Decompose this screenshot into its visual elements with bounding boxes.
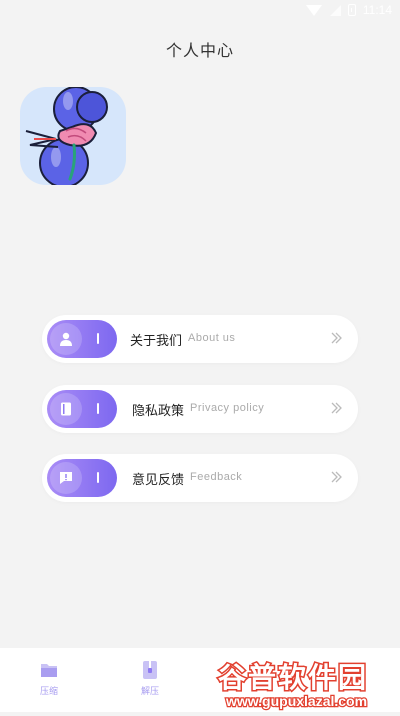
status-icons: 11:14 bbox=[305, 3, 392, 17]
nav-item-compress[interactable]: 压缩 bbox=[29, 660, 69, 697]
menu-label: 意见反馈 bbox=[132, 473, 185, 488]
avatar[interactable] bbox=[20, 87, 126, 185]
chevron-right-icon bbox=[331, 402, 342, 414]
menu-sublabel: About us bbox=[188, 332, 236, 344]
watermark-graphic: 谷普软件园 www.gupuxlazal.com bbox=[217, 660, 369, 711]
wifi-icon bbox=[305, 4, 322, 16]
divider bbox=[97, 333, 99, 344]
nav-item-decompress[interactable]: 解压 bbox=[130, 660, 170, 697]
menu-label: 关于我们 bbox=[130, 334, 183, 349]
book-icon bbox=[61, 402, 71, 416]
divider bbox=[97, 403, 99, 414]
signal-icon bbox=[329, 4, 341, 16]
folder-icon bbox=[41, 664, 57, 677]
menu-sublabel: Feedback bbox=[190, 471, 243, 483]
zip-file-icon bbox=[143, 661, 157, 679]
user-icon bbox=[60, 332, 72, 346]
message-icon bbox=[60, 472, 72, 484]
menu-icon-pill bbox=[47, 390, 117, 428]
page-title: 个人中心 bbox=[165, 41, 234, 60]
status-bar: 11:14 bbox=[0, 0, 400, 24]
nav-label: 解压 bbox=[140, 687, 159, 697]
battery-icon bbox=[347, 4, 356, 16]
menu-icon-pill bbox=[47, 320, 117, 358]
status-time: 11:14 bbox=[362, 3, 392, 17]
divider bbox=[97, 472, 99, 483]
menu-item-about-us[interactable]: 关于我们 About us bbox=[42, 315, 358, 363]
menu-label: 隐私政策 bbox=[132, 404, 185, 419]
watermark-logo: 谷普软件园 www.gupuxlazal.com bbox=[210, 655, 400, 712]
menu-icon-pill bbox=[47, 459, 117, 497]
chevron-right-icon bbox=[331, 471, 342, 483]
svg-text:www.gupuxlazal.com: www.gupuxlazal.com bbox=[225, 693, 367, 709]
chevron-right-icon bbox=[331, 332, 342, 344]
menu-item-privacy-policy[interactable]: 隐私政策 Privacy policy bbox=[42, 385, 358, 433]
nav-label: 压缩 bbox=[39, 687, 58, 697]
avatar-illustration bbox=[25, 87, 108, 185]
svg-text:谷普软件园: 谷普软件园 bbox=[218, 661, 368, 694]
menu-sublabel: Privacy policy bbox=[190, 402, 265, 414]
menu-item-feedback[interactable]: 意见反馈 Feedback bbox=[42, 454, 358, 502]
